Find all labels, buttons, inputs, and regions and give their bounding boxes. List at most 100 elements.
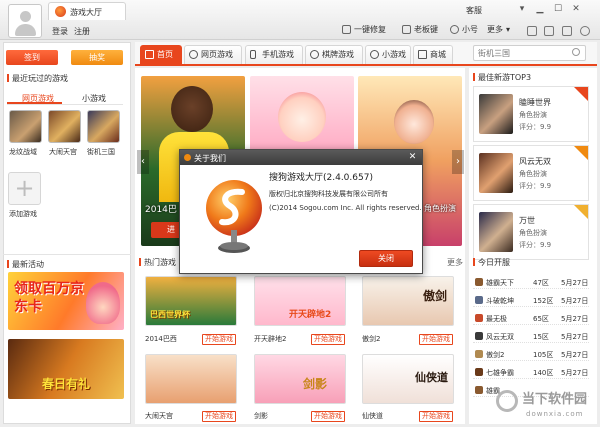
- game-name[interactable]: 仙侠道: [362, 411, 383, 421]
- server-row[interactable]: 七雄争霸 140区 5月27日: [473, 365, 589, 379]
- promo-banner-spring[interactable]: 春日有礼: [8, 339, 124, 399]
- about-dialog: 关于我们 ✕ 搜狗游戏大厅(2.4.0.657) 版权归北京搜狗科技发展有限公司…: [179, 149, 423, 274]
- mail-icon[interactable]: [544, 26, 554, 36]
- globe-icon: [189, 50, 198, 59]
- game-name[interactable]: 大闹天宫: [145, 411, 173, 421]
- search-icon[interactable]: [572, 48, 580, 56]
- more-button[interactable]: 更多 ▾: [487, 24, 510, 35]
- hot-games-more-link[interactable]: 更多: [447, 257, 463, 268]
- recent-game-label[interactable]: 龙纹战域: [9, 147, 37, 157]
- dialog-close-button[interactable]: ✕: [406, 151, 419, 164]
- sogou-logo-icon: [206, 180, 262, 253]
- promo-text: 春日有礼: [42, 377, 91, 391]
- play-button[interactable]: 开始游戏: [419, 411, 453, 422]
- server-row[interactable]: 斗破乾坤 152区 5月27日: [473, 293, 589, 307]
- dialog-title: 关于我们: [194, 154, 226, 163]
- servers-title: 今日开服: [473, 257, 510, 268]
- repair-icon: [342, 25, 351, 34]
- add-game-button[interactable]: +: [8, 172, 41, 205]
- play-button[interactable]: 开始游戏: [419, 334, 453, 345]
- play-button[interactable]: 开始游戏: [202, 411, 236, 422]
- events-title: 最新活动: [7, 259, 44, 270]
- dialog-copyright-line1: 版权归北京搜狗科技发展有限公司所有: [269, 190, 388, 198]
- skin-icon[interactable]: ▾: [514, 3, 530, 15]
- subtab-divider: [7, 104, 123, 105]
- tab-mini-games[interactable]: 小游戏: [365, 45, 411, 64]
- register-link[interactable]: 注册: [74, 26, 90, 37]
- game-icon: [475, 332, 483, 340]
- user-avatar[interactable]: [8, 4, 42, 38]
- recent-game-label[interactable]: 街机三国: [87, 147, 115, 157]
- login-link[interactable]: 登录: [52, 26, 68, 37]
- lottery-button[interactable]: 抽奖: [71, 50, 123, 65]
- signin-button[interactable]: 签到: [6, 50, 58, 65]
- recent-game-label[interactable]: 大闹天宫: [49, 147, 77, 157]
- dialog-product-name: 搜狗游戏大厅(2.4.0.657): [269, 173, 373, 183]
- game-name[interactable]: 2014巴西: [145, 334, 177, 344]
- dialog-close-ok-button[interactable]: 关闭: [359, 250, 413, 267]
- recent-game-icon[interactable]: [9, 110, 42, 143]
- server-row[interactable]: 风云无双 15区 5月27日: [473, 329, 589, 343]
- game-icon: [475, 350, 483, 358]
- top3-item[interactable]: 万世 角色扮演 评分：9.9 3: [473, 204, 589, 260]
- power-icon[interactable]: [580, 26, 590, 36]
- boss-key-icon: [402, 25, 411, 34]
- app-title: 游戏大厅: [70, 8, 102, 17]
- dialog-app-icon: [184, 154, 191, 161]
- fullscreen-icon[interactable]: [527, 26, 537, 36]
- game-thumb[interactable]: [145, 354, 237, 404]
- add-game-label[interactable]: 添加游戏: [9, 209, 37, 219]
- alt-account-button[interactable]: 小号: [450, 24, 478, 35]
- game-icon: [475, 314, 483, 322]
- server-row[interactable]: 雄霸天下 47区 5月27日: [473, 275, 589, 289]
- phone-icon: [250, 50, 256, 59]
- promo-banner-jd-card[interactable]: 领取百万京东卡: [8, 272, 124, 330]
- top3-title: 最佳新游TOP3: [473, 72, 531, 83]
- game-name[interactable]: 剑影: [254, 411, 268, 421]
- game-thumb[interactable]: 巴西世界杯: [145, 276, 237, 326]
- subtab-mini-games[interactable]: 小游戏: [82, 93, 106, 104]
- play-button[interactable]: 开始游戏: [311, 411, 345, 422]
- tab-home[interactable]: 首页: [140, 45, 182, 64]
- search-input[interactable]: [473, 45, 586, 61]
- play-button[interactable]: 开始游戏: [202, 334, 236, 345]
- settings-icon[interactable]: [562, 26, 572, 36]
- minimize-button[interactable]: ▁: [532, 3, 548, 15]
- promo-text: 领取百万京东卡: [14, 281, 84, 315]
- play-button[interactable]: 开始游戏: [311, 334, 345, 345]
- top3-item[interactable]: 瞌睡世界 角色扮演 评分：9.9 1: [473, 86, 589, 142]
- recent-game-icon[interactable]: [87, 110, 120, 143]
- tab-board-games[interactable]: 棋牌游戏: [305, 45, 363, 64]
- boss-key-button[interactable]: 老板键: [402, 24, 438, 35]
- rank-badge: 3: [574, 205, 588, 228]
- close-window-button[interactable]: ✕: [568, 3, 584, 15]
- tab-web-games[interactable]: 网页游戏: [184, 45, 242, 64]
- game-thumb[interactable]: 剑影: [254, 354, 346, 404]
- game-name[interactable]: 傲剑2: [362, 334, 380, 344]
- banner-prev-arrow[interactable]: ‹: [137, 150, 149, 174]
- chess-icon: [310, 50, 319, 59]
- game-avatar: [479, 212, 513, 252]
- top3-item[interactable]: 风云无双 角色扮演 评分：9.9 2: [473, 145, 589, 201]
- watermark-logo-icon: [496, 390, 518, 412]
- recent-game-icon[interactable]: [48, 110, 81, 143]
- repair-button[interactable]: 一键修复: [342, 24, 386, 35]
- game-thumb[interactable]: 开天辟地2: [254, 276, 346, 326]
- app-logo-icon: [55, 6, 66, 17]
- banner-next-arrow[interactable]: ›: [452, 150, 464, 174]
- maximize-button[interactable]: ☐: [550, 3, 566, 15]
- dialog-copyright-line2: (C)2014 Sogou.com Inc. All rights reserv…: [269, 204, 422, 212]
- tab-mobile-games[interactable]: 手机游戏: [245, 45, 303, 64]
- game-icon: [475, 368, 483, 376]
- game-name[interactable]: 开天辟地2: [254, 334, 286, 344]
- game-thumb[interactable]: 仙侠道: [362, 354, 454, 404]
- character-image: [278, 92, 326, 142]
- chevron-down-icon: ▾: [506, 25, 511, 34]
- tab-mall[interactable]: 商城: [413, 45, 453, 64]
- app-tab[interactable]: 游戏大厅: [48, 2, 126, 20]
- game-thumb[interactable]: 傲剑: [362, 276, 454, 326]
- service-link[interactable]: 客服: [466, 5, 482, 16]
- rank-badge: 1: [574, 87, 588, 110]
- server-row[interactable]: 傲剑2 105区 5月27日: [473, 347, 589, 361]
- server-row[interactable]: 最无极 65区 5月27日: [473, 311, 589, 325]
